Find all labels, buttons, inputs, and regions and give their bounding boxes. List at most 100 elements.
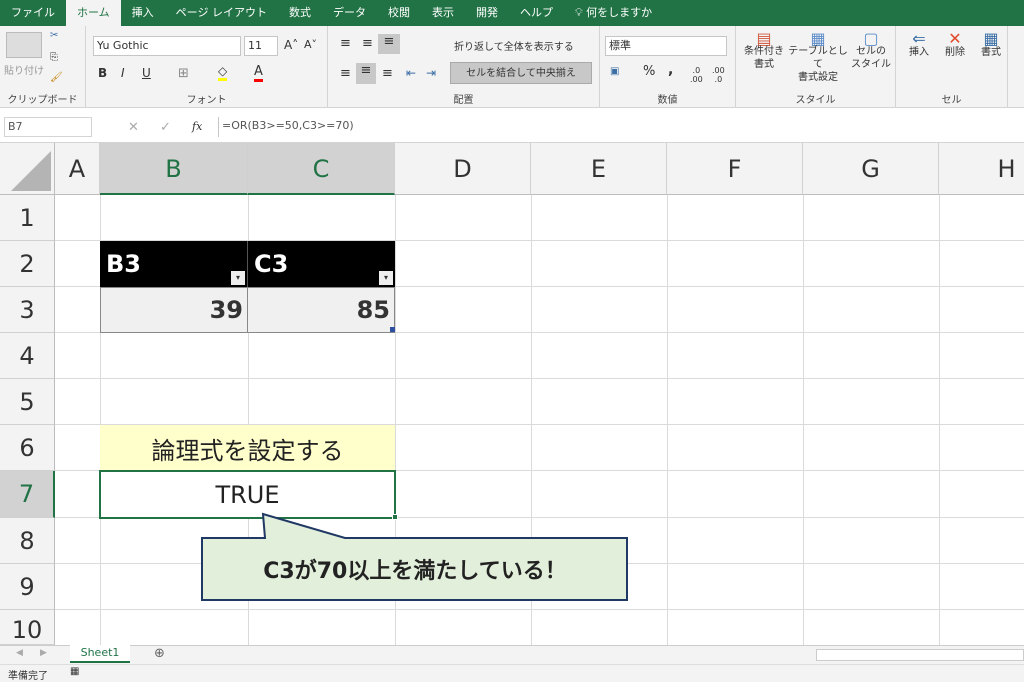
row-header-8[interactable]: 8 — [0, 518, 55, 564]
group-alignment: ≡ ≡ ≡ ≡ ≡ ≡ ⇤ ⇥ 折り返して全体を表示する セルを結合して中央揃え… — [328, 26, 600, 108]
column-header-b[interactable]: B — [100, 143, 248, 195]
ribbon: 貼り付け ✂ ⎘ 🖌︎ クリップボード Yu Gothic 11 A˄ A˅ B… — [0, 26, 1024, 108]
underline-button[interactable]: U — [142, 66, 151, 80]
filter-dropdown-icon[interactable]: ▾ — [231, 271, 245, 285]
cell-b3[interactable]: 39 — [100, 287, 248, 333]
styles-label: スタイル — [795, 95, 836, 106]
formula-input[interactable]: =OR(B3>=50,C3>=70) — [218, 117, 1024, 137]
align-top-icon[interactable]: ≡ — [340, 36, 351, 51]
increase-font-icon[interactable]: A˄ — [284, 38, 298, 52]
align-right-icon[interactable]: ≡ — [382, 66, 393, 81]
paste-button[interactable]: 貼り付け — [2, 62, 46, 77]
scroll-right-icon[interactable]: ▶ — [40, 648, 47, 658]
tab-help[interactable]: ヘルプ — [509, 0, 564, 26]
lightbulb-icon: 💡︎ — [574, 6, 587, 19]
row-header-3[interactable]: 3 — [0, 287, 55, 333]
enter-icon[interactable]: ✓ — [160, 120, 171, 135]
row-header-6[interactable]: 6 — [0, 425, 55, 471]
tab-page-layout[interactable]: ページ レイアウト — [165, 0, 278, 26]
align-middle-icon[interactable]: ≡ — [362, 36, 373, 51]
sheet-tab-bar: ◀ ▶ Sheet1 ⊕ — [0, 645, 1024, 664]
tab-data[interactable]: データ — [322, 0, 377, 26]
ribbon-tabs: ファイル ホーム 挿入 ページ レイアウト 数式 データ 校閲 表示 開発 ヘル… — [0, 0, 1024, 26]
row-header-5[interactable]: 5 — [0, 379, 55, 425]
fill-color-icon[interactable]: ◇ — [218, 64, 228, 81]
bold-button[interactable]: B — [98, 66, 107, 80]
group-cells: ⇐ 挿入 ✕ 削除 ▦ 書式 セル — [896, 26, 1008, 108]
conditional-formatting-button[interactable]: ▤ 条件付き 書式 — [740, 29, 788, 71]
increase-decimal-icon[interactable]: .0.00 — [690, 66, 703, 84]
tab-insert[interactable]: 挿入 — [121, 0, 165, 26]
percent-button[interactable]: % — [643, 64, 655, 79]
align-left-icon[interactable]: ≡ — [340, 66, 351, 81]
row-header-10[interactable]: 10 — [0, 610, 55, 645]
group-clipboard: 貼り付け ✂ ⎘ 🖌︎ クリップボード — [0, 26, 86, 108]
accounting-format-icon[interactable]: ▣ — [610, 66, 619, 77]
tab-formulas[interactable]: 数式 — [278, 0, 322, 26]
font-name-select[interactable]: Yu Gothic — [93, 36, 241, 56]
borders-icon[interactable]: ⊞ — [178, 66, 189, 81]
tab-review[interactable]: 校閲 — [377, 0, 421, 26]
copy-icon[interactable]: ⎘ — [50, 52, 58, 63]
add-sheet-icon[interactable]: ⊕ — [154, 646, 165, 661]
status-text: 準備完了 — [8, 671, 48, 682]
merge-center-button[interactable]: セルを結合して中央揃え — [450, 62, 592, 84]
wrap-text-button[interactable]: 折り返して全体を表示する — [454, 38, 574, 53]
tab-view[interactable]: 表示 — [421, 0, 465, 26]
format-as-table-button[interactable]: ▦ テーブルとして 書式設定 — [786, 31, 850, 84]
column-header-a[interactable]: A — [55, 143, 100, 195]
tab-file[interactable]: ファイル — [0, 0, 66, 26]
insert-cells-button[interactable]: ⇐ 挿入 — [904, 31, 934, 60]
column-header-g[interactable]: G — [803, 143, 939, 195]
number-label: 数値 — [657, 95, 678, 106]
column-header-c[interactable]: C — [248, 143, 395, 195]
filter-dropdown-icon[interactable]: ▾ — [379, 271, 393, 285]
clipboard-label: クリップボード — [7, 95, 78, 106]
name-box[interactable]: B7 — [4, 117, 92, 137]
align-center-icon[interactable]: ≡ — [356, 63, 376, 84]
row-header-7[interactable]: 7 — [0, 471, 55, 518]
callout-text: C3が70以上を満たしている！ — [263, 559, 567, 584]
column-header-h[interactable]: H — [939, 143, 1024, 195]
tab-developer[interactable]: 開発 — [465, 0, 509, 26]
cell-b6-label[interactable]: 論理式を設定する — [100, 425, 395, 471]
macro-record-icon[interactable]: ▦ — [70, 666, 79, 677]
table-resize-handle[interactable] — [390, 327, 395, 332]
decrease-indent-icon[interactable]: ⇤ — [406, 66, 416, 80]
select-all-button[interactable] — [0, 143, 55, 195]
conditional-formatting-icon: ▤ — [756, 29, 772, 48]
comma-button[interactable]: , — [668, 62, 673, 78]
font-color-icon[interactable]: A — [254, 64, 263, 82]
scroll-left-icon[interactable]: ◀ — [16, 648, 23, 658]
row-header-2[interactable]: 2 — [0, 241, 55, 287]
row-header-4[interactable]: 4 — [0, 333, 55, 379]
cut-icon[interactable]: ✂ — [50, 30, 58, 41]
decrease-font-icon[interactable]: A˅ — [304, 38, 317, 51]
format-painter-icon[interactable]: 🖌︎ — [50, 72, 63, 83]
italic-button[interactable]: I — [121, 66, 125, 80]
tell-me-search[interactable]: 💡︎ 何をしますか — [564, 0, 663, 26]
column-header-d[interactable]: D — [395, 143, 531, 195]
row-header-1[interactable]: 1 — [0, 195, 55, 241]
column-header-f[interactable]: F — [667, 143, 803, 195]
font-size-select[interactable]: 11 — [244, 36, 278, 56]
row-header-9[interactable]: 9 — [0, 564, 55, 610]
horizontal-scrollbar[interactable] — [816, 649, 1024, 661]
table-header-b3[interactable]: B3 ▾ — [100, 241, 248, 287]
delete-cells-button[interactable]: ✕ 削除 — [940, 31, 970, 60]
insert-function-icon[interactable]: fx — [192, 120, 202, 133]
table-header-c3[interactable]: C3 ▾ — [248, 241, 395, 287]
tab-home[interactable]: ホーム — [66, 0, 121, 26]
column-header-e[interactable]: E — [531, 143, 667, 195]
cell-c3[interactable]: 85 — [247, 287, 395, 333]
decrease-decimal-icon[interactable]: .00.0 — [712, 66, 725, 84]
font-label: フォント — [186, 95, 227, 106]
cell-styles-button[interactable]: ▢ セルの スタイル — [846, 31, 896, 71]
number-format-select[interactable]: 標準 — [605, 36, 727, 56]
cancel-icon[interactable]: ✕ — [128, 120, 139, 135]
align-bottom-icon[interactable]: ≡ — [378, 34, 400, 54]
increase-indent-icon[interactable]: ⇥ — [426, 66, 436, 80]
format-cells-button[interactable]: ▦ 書式 — [976, 31, 1006, 60]
group-font: Yu Gothic 11 A˄ A˅ B I U ⊞ ◇ A フォント — [86, 26, 328, 108]
sheet-tab-sheet1[interactable]: Sheet1 — [70, 645, 130, 663]
